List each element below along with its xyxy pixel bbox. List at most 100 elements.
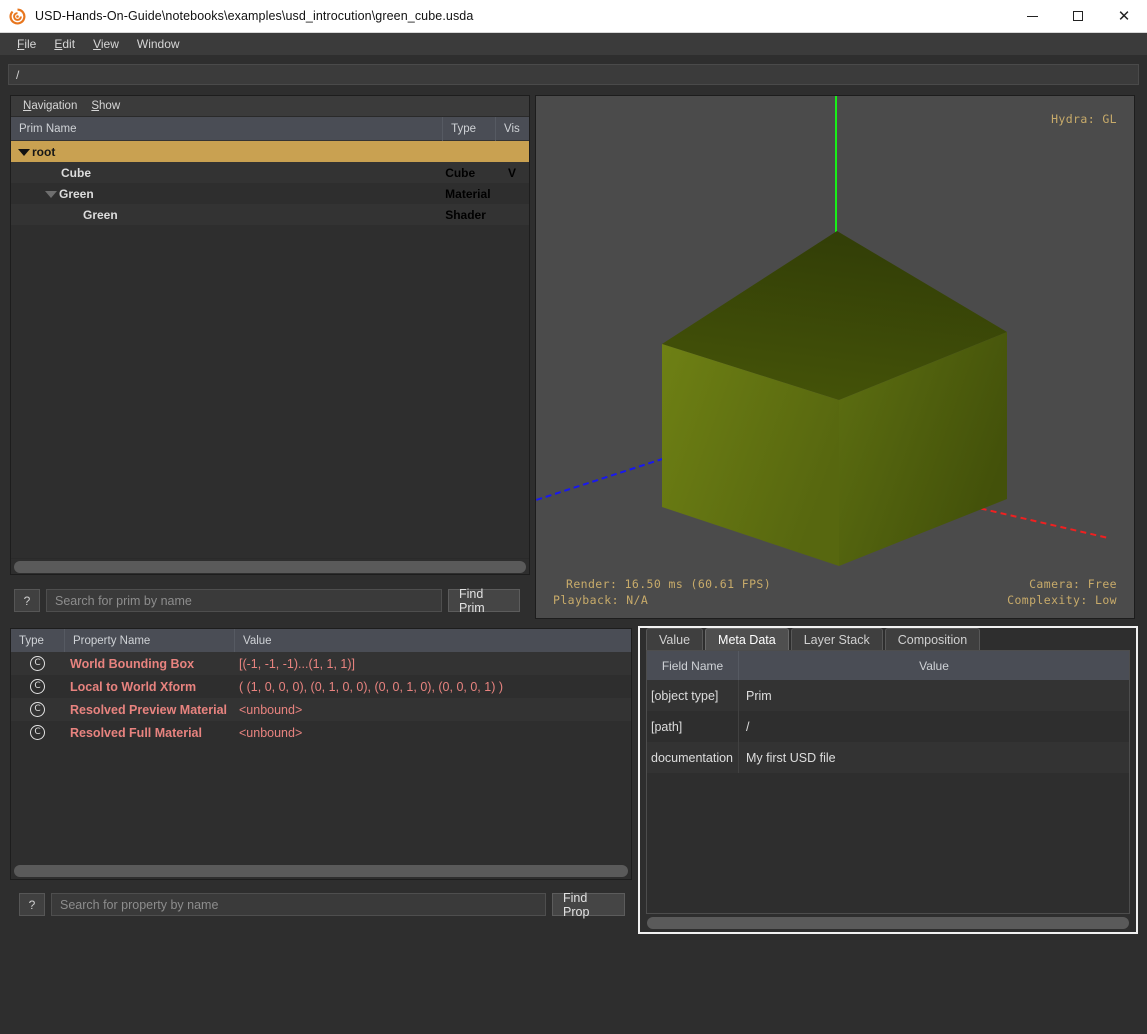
menu-show[interactable]: Show [84, 98, 127, 114]
menu-edit-label: dit [62, 37, 76, 51]
prim-tree-panel: Navigation Show Prim Name Type Vis root … [10, 95, 530, 575]
chevron-down-icon[interactable] [44, 187, 57, 200]
scrollbar-thumb[interactable] [14, 865, 628, 877]
find-prop-button[interactable]: Find Prop [552, 891, 625, 919]
tab-composition[interactable]: Composition [884, 628, 981, 650]
prim-search-help-button[interactable]: ? [14, 589, 40, 612]
column-header-type[interactable]: Type [11, 629, 64, 652]
property-type-cell: C [11, 656, 64, 671]
metadata-value-cell: Prim [738, 680, 1129, 711]
metadata-horizontal-scrollbar[interactable] [640, 914, 1136, 932]
menu-show-label: how [99, 100, 121, 112]
property-value-cell: [(-1, -1, -1)...(1, 1, 1)] [239, 656, 355, 671]
menu-navigation[interactable]: Navigation [16, 98, 84, 114]
window-controls: ✕ [1009, 0, 1147, 33]
tree-column-headers: Prim Name Type Vis [11, 116, 529, 141]
tree-prim-label: root [32, 144, 56, 159]
menu-window[interactable]: Window [128, 35, 189, 53]
table-row[interactable]: C World Bounding Box [(-1, -1, -1)...(1,… [11, 652, 631, 675]
tree-cell-vis[interactable] [495, 204, 529, 225]
usdview-window: USD-Hands-On-Guide\notebooks\examples\us… [0, 0, 1147, 1034]
property-name-cell: Local to World Xform [70, 679, 197, 694]
metadata-field-cell: documentation [651, 750, 734, 765]
tree-cell-type: Material [445, 186, 491, 201]
minimize-button[interactable] [1009, 0, 1055, 33]
table-row[interactable]: C Resolved Full Material <unbound> [11, 721, 631, 744]
menu-view[interactable]: View [84, 35, 128, 53]
prim-path-bar[interactable]: / [8, 64, 1139, 85]
property-horizontal-scrollbar[interactable] [11, 863, 631, 879]
tree-cell-type [442, 141, 496, 162]
table-row[interactable]: [object type] Prim [647, 680, 1129, 711]
metadata-column-headers: Field Name Value [647, 651, 1129, 680]
prim-search-row: ? Search for prim by name Find Prim [14, 587, 530, 615]
maximize-button[interactable] [1055, 0, 1101, 33]
property-value-cell: ( (1, 0, 0, 0), (0, 1, 0, 0), (0, 0, 1, … [239, 679, 503, 694]
column-header-property-name[interactable]: Property Name [64, 629, 234, 652]
composed-attribute-icon: C [30, 702, 45, 717]
3d-viewport[interactable]: Hydra: GL Render: 16.50 ms (60.61 FPS) P… [535, 95, 1135, 619]
tab-meta-data[interactable]: Meta Data [705, 628, 789, 650]
menu-edit[interactable]: Edit [45, 35, 84, 53]
tree-cell-name: Green [11, 183, 442, 204]
app-icon [9, 7, 26, 25]
column-header-vis[interactable]: Vis [495, 116, 529, 141]
tree-cell-name: Green [11, 204, 442, 225]
main-menubar: File Edit View Window [0, 33, 1147, 55]
table-row[interactable]: Cube Cube V [11, 162, 529, 183]
property-value-cell: <unbound> [239, 702, 303, 717]
property-search-help-button[interactable]: ? [19, 893, 45, 916]
property-column-headers: Type Property Name Value [11, 629, 631, 652]
metadata-empty-area [647, 773, 1129, 913]
search-input[interactable]: Search for prim by name [46, 589, 442, 612]
scrollbar-thumb[interactable] [647, 917, 1129, 929]
table-row[interactable]: Green Shader [11, 204, 529, 225]
table-row[interactable]: [path] / [647, 711, 1129, 742]
menu-file-label: ile [24, 37, 37, 51]
window-title: USD-Hands-On-Guide\notebooks\examples\us… [35, 9, 474, 23]
timeline-bar: 0.0 0.0 Play Frame: 0.0 Redraw On Frame … [0, 934, 1147, 1034]
green-cube-mesh[interactable] [536, 96, 1135, 619]
property-search-input[interactable]: Search for property by name [51, 893, 546, 916]
maximize-icon [1073, 11, 1083, 21]
close-button[interactable]: ✕ [1101, 0, 1147, 33]
tree-cell-vis[interactable]: V [495, 162, 529, 183]
tree-cell-name: root [11, 141, 442, 162]
tree-cell-vis[interactable] [495, 141, 529, 162]
tree-cell-vis[interactable] [495, 183, 529, 204]
metadata-value-cell: My first USD file [738, 742, 1129, 773]
tree-horizontal-scrollbar[interactable] [11, 558, 529, 574]
column-header-prim-name[interactable]: Prim Name [11, 117, 442, 141]
column-header-value[interactable]: Value [738, 651, 1129, 680]
metadata-panel: Value Meta Data Layer Stack Composition … [638, 626, 1138, 934]
menu-window-label: Window [136, 37, 180, 51]
menu-file[interactable]: File [8, 35, 45, 53]
find-prim-button[interactable]: Find Prim [448, 587, 520, 615]
metadata-value-cell: / [738, 711, 1129, 742]
tree-menubar: Navigation Show [11, 96, 529, 117]
table-row[interactable]: C Local to World Xform ( (1, 0, 0, 0), (… [11, 675, 631, 698]
tree-cell-type: Cube [445, 165, 476, 180]
table-row[interactable]: C Resolved Preview Material <unbound> [11, 698, 631, 721]
column-header-value[interactable]: Value [234, 629, 631, 652]
property-type-cell: C [11, 702, 64, 717]
column-header-field-name[interactable]: Field Name [647, 651, 738, 680]
scrollbar-thumb[interactable] [14, 561, 526, 573]
chevron-down-icon[interactable] [17, 145, 30, 158]
metadata-field-cell: [object type] [651, 688, 719, 703]
property-type-cell: C [11, 679, 64, 694]
composed-attribute-icon: C [30, 679, 45, 694]
table-row[interactable]: root [11, 141, 529, 162]
property-search-row: ? Search for property by name Find Prop [19, 891, 633, 919]
tab-layer-stack[interactable]: Layer Stack [790, 628, 883, 650]
table-row[interactable]: Green Material [11, 183, 529, 204]
property-value-cell: <unbound> [239, 725, 303, 740]
column-header-type[interactable]: Type [442, 116, 495, 141]
property-name-cell: Resolved Preview Material [70, 702, 228, 717]
tab-value[interactable]: Value [646, 628, 704, 650]
menu-view-label: iew [100, 37, 119, 51]
table-row[interactable]: documentation My first USD file [647, 742, 1129, 773]
window-titlebar: USD-Hands-On-Guide\notebooks\examples\us… [0, 0, 1147, 33]
minimize-icon [1026, 15, 1038, 17]
metadata-table: Field Name Value [object type] Prim [pat… [646, 650, 1130, 914]
